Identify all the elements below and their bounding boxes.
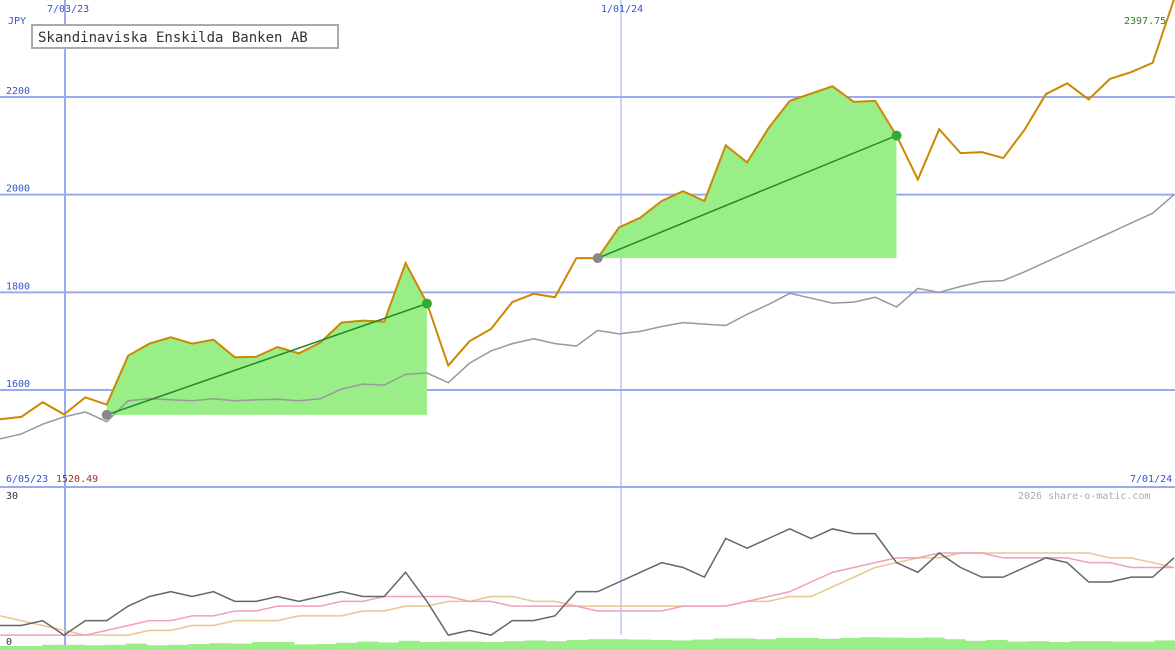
trade-fill-2 <box>597 86 897 259</box>
volume-bar <box>545 641 568 650</box>
volume-bar <box>986 640 1008 650</box>
volume-bar <box>398 640 421 650</box>
y-tick-1800: 1800 <box>6 281 30 292</box>
volume-bar <box>776 638 798 650</box>
volume-bar <box>524 640 547 650</box>
volume-bar <box>1070 641 1092 650</box>
trade-entry-marker-1 <box>101 409 112 420</box>
volume-bar <box>440 641 463 650</box>
volume-bar <box>377 642 400 650</box>
volume-bar <box>125 643 148 650</box>
price-chart: 1600 1800 2000 2200 0 30 JPY 7/03/23 1/01/24… <box>0 0 1175 650</box>
volume-bar <box>272 642 295 650</box>
volume-bar <box>755 639 777 650</box>
volume-bar <box>1007 641 1029 650</box>
volume-bar <box>650 640 672 650</box>
volume-bar <box>1091 641 1113 650</box>
volume-bar <box>1049 642 1071 650</box>
volume-bar <box>293 644 316 650</box>
min-value-label: 1520.49 <box>56 474 98 485</box>
volume-bar <box>104 644 127 650</box>
volume-bar <box>1154 640 1175 650</box>
slow-line <box>0 552 1175 636</box>
date-label-bottom-left: 6/05/23 <box>6 474 48 485</box>
volume-bar <box>41 644 64 650</box>
volume-bar <box>1028 641 1050 650</box>
trade-entry-marker-2 <box>592 253 603 264</box>
trade-fill-1 <box>106 263 427 415</box>
volume-bar <box>797 638 819 650</box>
volume-bar <box>503 641 526 650</box>
volume-bar <box>356 641 379 650</box>
trade-exit-marker-2 <box>891 130 902 141</box>
volume-bar <box>461 641 484 650</box>
volume-bar <box>818 638 840 650</box>
volume-bar <box>671 640 693 650</box>
volume-bar <box>902 638 924 650</box>
oscillator-layer: 0 30 <box>0 491 1175 650</box>
y-tick-1600: 1600 <box>6 379 30 390</box>
volume-bar <box>608 639 630 650</box>
volume-bar <box>62 644 85 650</box>
volume-bar <box>944 639 966 650</box>
volume-bar <box>146 645 169 650</box>
volume-bar <box>1133 641 1155 650</box>
volume-bar <box>713 638 735 650</box>
date-label-top-left: 7/03/23 <box>47 4 89 15</box>
volume-bar <box>587 639 609 650</box>
volume-bar <box>209 643 232 650</box>
trade-fill-layer <box>106 86 897 415</box>
volume-bar <box>83 645 106 650</box>
trade-exit-marker-1 <box>421 298 432 309</box>
volume-bar <box>251 642 274 650</box>
date-label-bottom-right: 7/01/24 <box>1130 474 1172 485</box>
volume-bar <box>860 637 882 650</box>
volume-bar <box>482 642 505 650</box>
volume-bar <box>335 642 358 650</box>
osc-tick-0: 0 <box>6 637 12 648</box>
volume-bar <box>881 637 903 650</box>
volume-bar <box>734 638 756 650</box>
volume-bar <box>1112 641 1134 650</box>
chart-title: Skandinaviska Enskilda Banken AB <box>38 30 308 46</box>
volume-bar <box>629 639 651 650</box>
osc-tick-30: 30 <box>6 491 18 502</box>
volume-bar <box>20 646 43 650</box>
volume-bar <box>566 640 588 650</box>
fast-line <box>0 552 1174 636</box>
last-value-label: 2397.75 <box>1124 16 1166 27</box>
date-label-top-mid: 1/01/24 <box>601 4 643 15</box>
volume-bar <box>167 644 190 650</box>
volume-bar <box>965 640 987 650</box>
volume-bar <box>188 644 211 650</box>
y-tick-2200: 2200 <box>6 86 30 97</box>
volume-bar <box>923 637 945 650</box>
currency-label: JPY <box>8 16 26 27</box>
volume-bar <box>314 644 337 650</box>
volume-bar <box>692 639 714 650</box>
watermark: 2026 share-o-matic.com <box>1018 491 1150 502</box>
y-tick-2000: 2000 <box>6 184 30 195</box>
volume-bar <box>839 638 861 650</box>
volume-bar <box>230 643 253 650</box>
volume-bar <box>419 642 442 650</box>
